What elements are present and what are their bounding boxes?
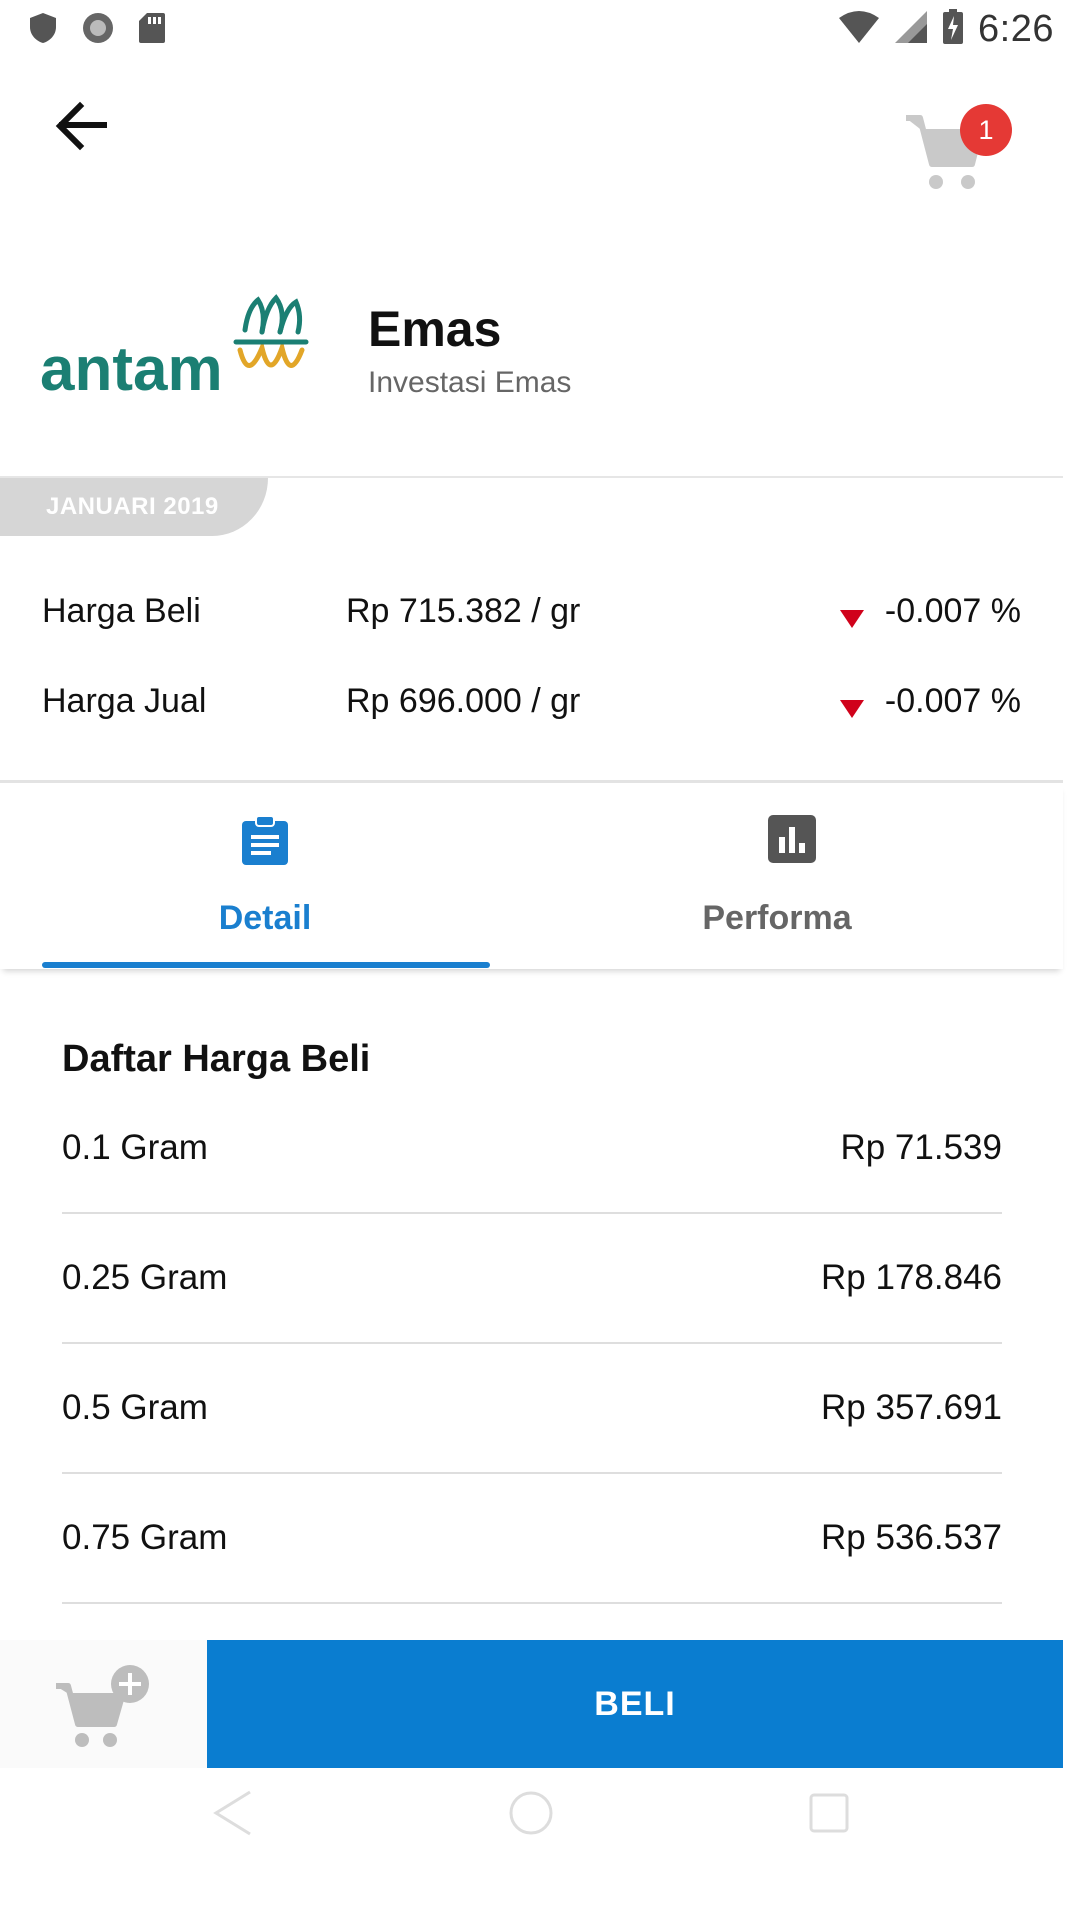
price-row-buy: Harga Beli Rp 715.382 / gr -0.007 % [0, 582, 1063, 642]
list-item-price: Rp 178.846 [821, 1258, 1002, 1297]
clipboard-icon [240, 815, 290, 872]
period-badge: JANUARI 2019 [0, 478, 268, 536]
product-subtitle: Investasi Emas [368, 366, 572, 399]
nav-recents-icon[interactable] [808, 1792, 850, 1839]
bar-chart-icon [768, 815, 816, 868]
add-to-cart-button[interactable] [52, 1664, 162, 1754]
antam-logo: antam [40, 290, 330, 410]
record-icon [82, 12, 114, 49]
tab-label: Detail [218, 899, 312, 937]
active-tab-indicator [42, 962, 490, 968]
price-label: Harga Beli [42, 592, 201, 630]
cart-count-badge: 1 [960, 104, 1012, 156]
row-divider [62, 1212, 1002, 1214]
nav-home-icon[interactable] [508, 1790, 554, 1841]
list-item-weight: 0.1 Gram [62, 1128, 208, 1167]
row-divider [62, 1602, 1002, 1604]
add-to-cart-icon [56, 1665, 149, 1747]
status-bar: 6:26 [0, 0, 1080, 62]
row-divider [62, 1472, 1002, 1474]
screen: 6:26 1 antam Emas Investasi Emas JANUARI… [0, 0, 1080, 1920]
price-change: -0.007 % [884, 682, 1021, 720]
sd-card-icon [138, 12, 166, 49]
trend-down-icon [838, 690, 866, 729]
list-item: 0.5 Gram Rp 357.691 [62, 1388, 1002, 1518]
price-row-sell: Harga Jual Rp 696.000 / gr -0.007 % [0, 672, 1063, 732]
list-item: 0.75 Gram Rp 536.537 [62, 1518, 1002, 1648]
list-item-price: Rp 357.691 [821, 1388, 1002, 1427]
cart-button[interactable]: 1 [900, 100, 1012, 200]
trend-down-icon [838, 600, 866, 639]
list-item-price: Rp 71.539 [840, 1128, 1002, 1167]
nav-back-icon[interactable] [210, 1788, 254, 1843]
battery-charging-icon [942, 9, 964, 50]
list-item-weight: 0.25 Gram [62, 1258, 228, 1297]
arrow-back-icon [55, 101, 107, 151]
tab-bar: Detail Performa [0, 783, 1063, 969]
clock-time: 6:26 [978, 8, 1054, 50]
tab-performa[interactable]: Performa [572, 783, 1022, 969]
price-value: Rp 715.382 / gr [346, 592, 581, 630]
buy-button[interactable]: BELI [207, 1640, 1063, 1768]
price-value: Rp 696.000 / gr [346, 682, 581, 720]
tab-detail[interactable]: Detail [40, 783, 490, 969]
row-divider [62, 1342, 1002, 1344]
list-item-weight: 0.5 Gram [62, 1388, 208, 1427]
list-item: 0.25 Gram Rp 178.846 [62, 1258, 1002, 1388]
list-item: 0.1 Gram Rp 71.539 [62, 1128, 1002, 1258]
signal-icon [894, 10, 928, 49]
price-change: -0.007 % [884, 592, 1021, 630]
list-item-weight: 0.75 Gram [62, 1518, 228, 1557]
list-item-price: Rp 536.537 [821, 1518, 1002, 1557]
price-list-title: Daftar Harga Beli [62, 1038, 371, 1080]
wifi-icon [838, 10, 880, 49]
logo-text: antam [40, 335, 223, 404]
product-title: Emas [368, 301, 502, 357]
back-button[interactable] [46, 92, 116, 162]
tab-label: Performa [702, 899, 852, 937]
shield-icon [28, 12, 58, 49]
system-nav-bar [0, 1768, 1080, 1920]
price-label: Harga Jual [42, 682, 207, 720]
